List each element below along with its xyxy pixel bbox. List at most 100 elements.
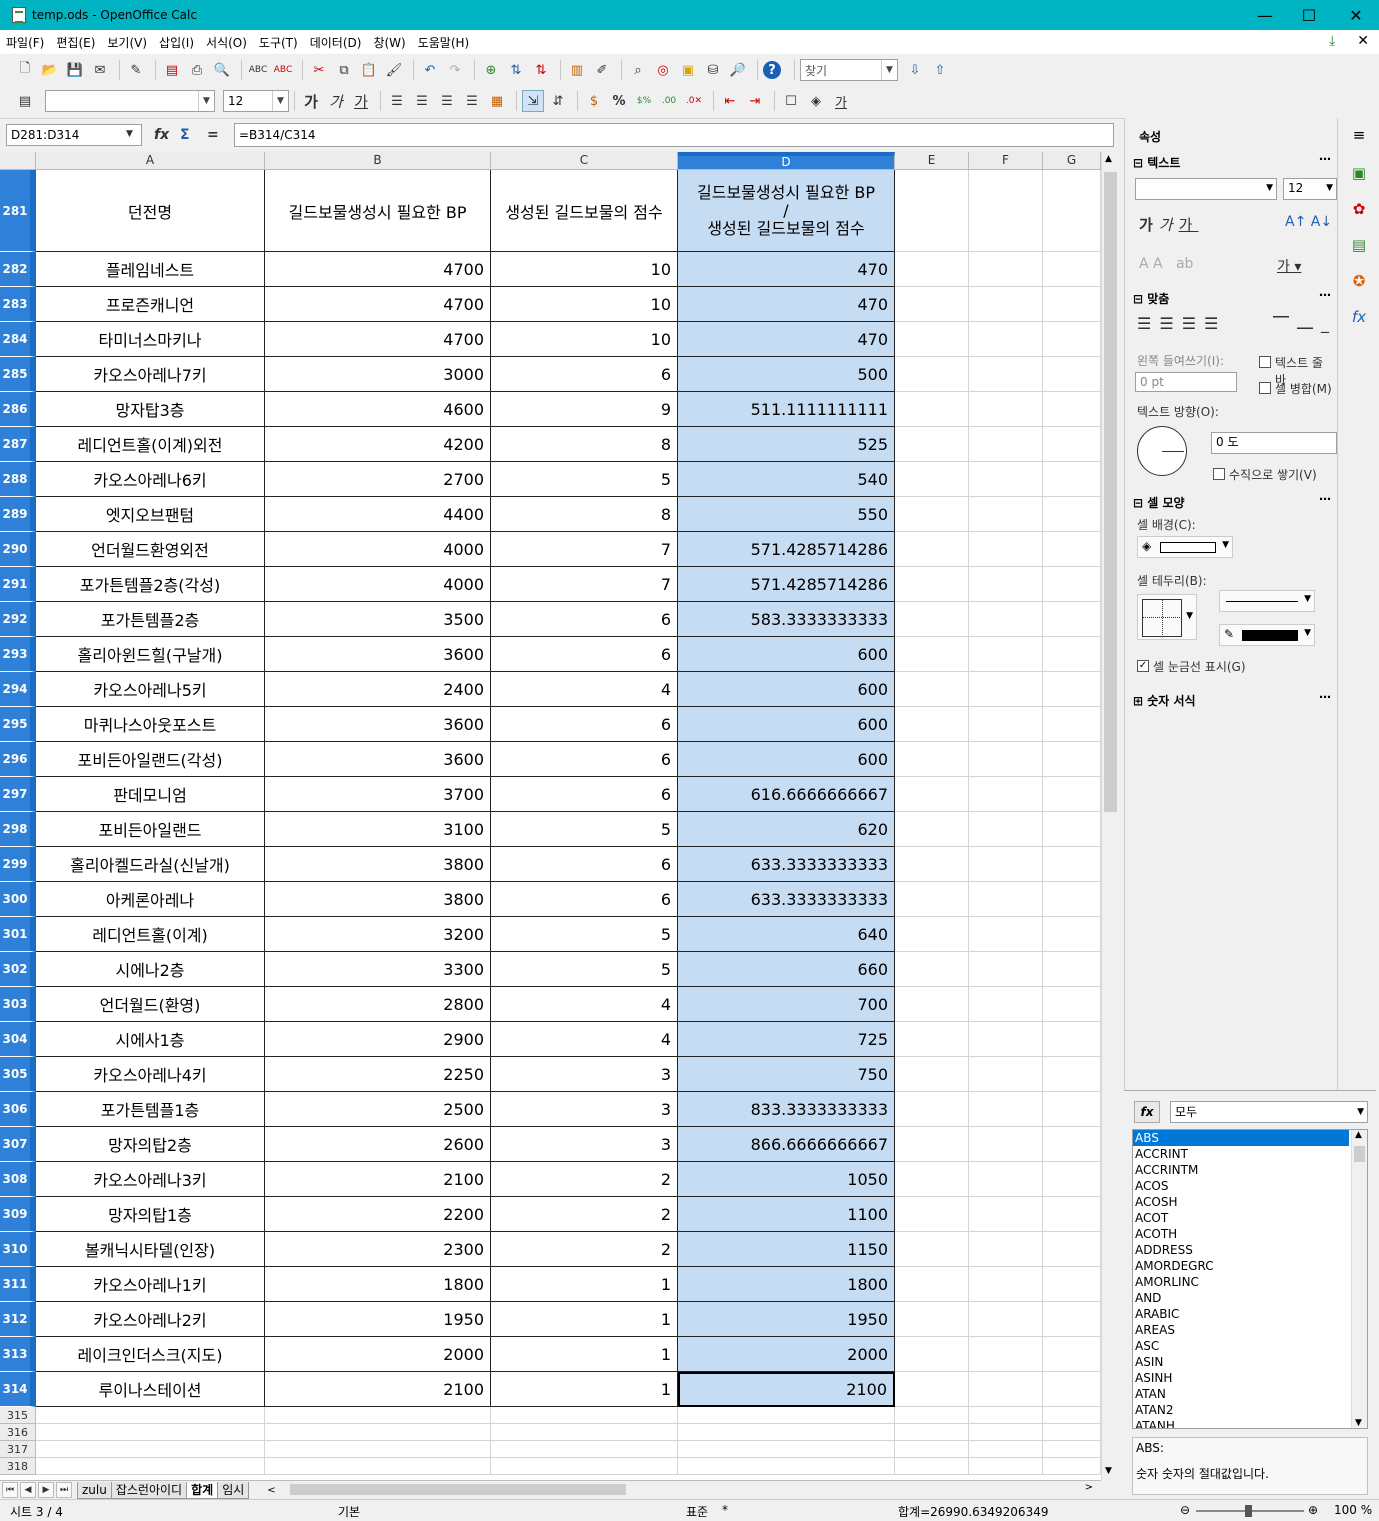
- empty-cell[interactable]: [969, 1092, 1043, 1127]
- cell-dungeon-name[interactable]: 루이나스테이션: [36, 1372, 265, 1407]
- empty-cell[interactable]: [678, 1424, 895, 1441]
- empty-cell[interactable]: [491, 1458, 678, 1475]
- cell-dungeon-name[interactable]: 망자탑3층: [36, 392, 265, 427]
- horizontal-align-icons[interactable]: ☰☰☰☰: [1137, 314, 1226, 333]
- row-header[interactable]: 284: [0, 322, 36, 357]
- empty-cell[interactable]: [491, 1407, 678, 1424]
- section-align[interactable]: ⊟ 맞춤 ⋯: [1133, 288, 1331, 307]
- sidebar-font-size[interactable]: 12 ▼: [1283, 178, 1337, 200]
- empty-cell[interactable]: [969, 532, 1043, 567]
- spreadsheet-grid[interactable]: A B C D E F G 281 던전명 길드보물생성시 필요한 BP 생성된 길드보물의 점수 길…: [0, 152, 1101, 1480]
- row-header[interactable]: 298: [0, 812, 36, 847]
- function-list-item[interactable]: AMORLINC: [1133, 1274, 1367, 1290]
- empty-cell[interactable]: [1043, 462, 1101, 497]
- cell-required-bp[interactable]: 4000: [265, 532, 491, 567]
- empty-cell[interactable]: [969, 602, 1043, 637]
- background-color-icon[interactable]: ◈: [805, 90, 827, 112]
- empty-cell[interactable]: [1043, 427, 1101, 462]
- header-cell-dungeon[interactable]: 던전명: [36, 170, 265, 252]
- cell-score[interactable]: 8: [491, 497, 678, 532]
- cell-score[interactable]: 6: [491, 707, 678, 742]
- scroll-up-icon[interactable]: ▲: [1105, 154, 1112, 164]
- menu-file[interactable]: 파일(F): [6, 34, 44, 51]
- empty-cell[interactable]: [1043, 532, 1101, 567]
- empty-cell[interactable]: [895, 392, 969, 427]
- justify-icon[interactable]: ☰: [461, 90, 483, 112]
- function-wizard-icon[interactable]: fx: [154, 127, 169, 143]
- text-angle-dial[interactable]: [1137, 426, 1187, 476]
- number-format-icon[interactable]: $%: [633, 90, 655, 112]
- row-header[interactable]: 283: [0, 287, 36, 322]
- cell-bp-per-score[interactable]: 866.6666666667: [678, 1127, 895, 1162]
- empty-cell[interactable]: [895, 287, 969, 322]
- empty-cell[interactable]: [265, 1407, 491, 1424]
- align-left-icon[interactable]: ☰: [386, 90, 408, 112]
- gallery-icon[interactable]: ▣: [677, 59, 699, 81]
- column-header-a[interactable]: A: [36, 152, 265, 170]
- cell-dungeon-name[interactable]: 망자의탑2층: [36, 1127, 265, 1162]
- row-header[interactable]: 288: [0, 462, 36, 497]
- empty-cell[interactable]: [969, 1407, 1043, 1424]
- menu-tools[interactable]: 도구(T): [259, 34, 298, 51]
- close-button[interactable]: ✕: [1333, 0, 1379, 30]
- italic-icon[interactable]: 가: [325, 90, 347, 112]
- cell-bp-per-score[interactable]: 725: [678, 1022, 895, 1057]
- empty-cell[interactable]: [895, 847, 969, 882]
- row-header[interactable]: 306: [0, 1092, 36, 1127]
- sum-icon[interactable]: Σ: [180, 127, 190, 143]
- empty-cell[interactable]: [969, 392, 1043, 427]
- cell-dungeon-name[interactable]: 카오스아레나3키: [36, 1162, 265, 1197]
- empty-cell[interactable]: [895, 1458, 969, 1475]
- increase-indent-icon[interactable]: ⇥: [744, 90, 766, 112]
- empty-cell[interactable]: [1043, 497, 1101, 532]
- cell-bp-per-score[interactable]: 571.4285714286: [678, 567, 895, 602]
- cell-bp-per-score[interactable]: 470: [678, 287, 895, 322]
- row-header[interactable]: 313: [0, 1337, 36, 1372]
- cell-bp-per-score[interactable]: 600: [678, 672, 895, 707]
- column-header-d[interactable]: D: [678, 152, 895, 170]
- find-previous-icon[interactable]: ⇧: [929, 59, 951, 81]
- cell-dungeon-name[interactable]: 시에나2층: [36, 952, 265, 987]
- menu-window[interactable]: 창(W): [373, 34, 405, 51]
- format-paintbrush-icon[interactable]: 🖌: [383, 59, 405, 81]
- empty-cell[interactable]: [969, 567, 1043, 602]
- row-header[interactable]: 317: [0, 1441, 36, 1458]
- formula-input[interactable]: =B314/C314: [234, 123, 1114, 147]
- update-icon[interactable]: ⤓: [1329, 33, 1335, 49]
- empty-cell[interactable]: [895, 322, 969, 357]
- empty-cell[interactable]: [895, 1424, 969, 1441]
- empty-cell[interactable]: [969, 252, 1043, 287]
- cell-bp-per-score[interactable]: 750: [678, 1057, 895, 1092]
- navigator-icon[interactable]: ◎: [652, 59, 674, 81]
- find-replace-icon[interactable]: ⌕: [627, 59, 649, 81]
- email-icon[interactable]: ✉: [89, 59, 111, 81]
- align-center-icon[interactable]: ☰: [411, 90, 433, 112]
- row-header[interactable]: 287: [0, 427, 36, 462]
- cell-score[interactable]: 6: [491, 357, 678, 392]
- empty-cell[interactable]: [969, 1372, 1043, 1407]
- cell-score[interactable]: 6: [491, 637, 678, 672]
- empty-cell[interactable]: [969, 1197, 1043, 1232]
- cell-dungeon-name[interactable]: 프로즌캐니언: [36, 287, 265, 322]
- empty-cell[interactable]: [895, 812, 969, 847]
- cell-bp-per-score[interactable]: 1050: [678, 1162, 895, 1197]
- bold-icon[interactable]: 가: [300, 90, 322, 112]
- row-header[interactable]: 297: [0, 777, 36, 812]
- cell-required-bp[interactable]: 3600: [265, 637, 491, 672]
- more-options-icon[interactable]: ⋯: [1319, 690, 1331, 704]
- empty-cell[interactable]: [1043, 1197, 1101, 1232]
- row-header[interactable]: 300: [0, 882, 36, 917]
- empty-cell[interactable]: [969, 1458, 1043, 1475]
- next-sheet-icon[interactable]: ▶: [38, 1482, 54, 1498]
- cell-required-bp[interactable]: 2300: [265, 1232, 491, 1267]
- empty-cell[interactable]: [491, 1441, 678, 1458]
- empty-cell[interactable]: [969, 1267, 1043, 1302]
- empty-cell[interactable]: [895, 637, 969, 672]
- row-header[interactable]: 285: [0, 357, 36, 392]
- empty-cell[interactable]: [1043, 170, 1101, 252]
- menu-help[interactable]: 도움말(H): [418, 34, 470, 51]
- navigator-deck-icon[interactable]: ✪: [1348, 270, 1370, 292]
- empty-cell[interactable]: [1043, 672, 1101, 707]
- empty-cell[interactable]: [678, 1441, 895, 1458]
- wrap-text-checkbox[interactable]: [1259, 356, 1271, 368]
